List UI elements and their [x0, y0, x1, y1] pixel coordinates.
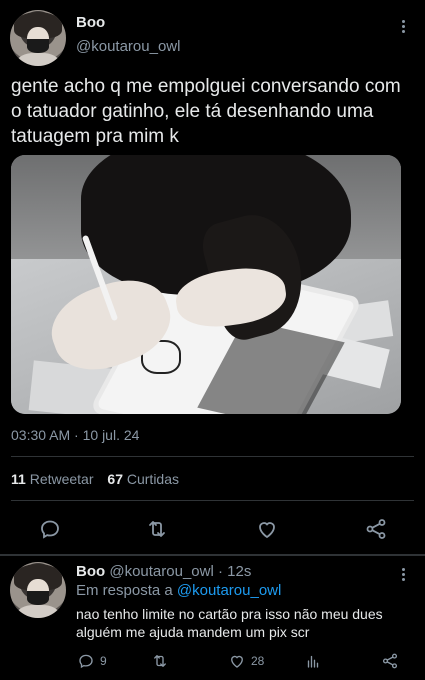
tweet-text: gente acho q me empolguei conversando co…	[11, 76, 401, 147]
reply-reply-button[interactable]: 9	[77, 652, 107, 670]
retweet-count[interactable]: 11	[11, 471, 26, 487]
reply-reply-count: 9	[100, 654, 107, 668]
like-label[interactable]: Curtidas	[127, 471, 179, 487]
reply-author-avatar[interactable]	[10, 562, 66, 618]
reply-retweet-button[interactable]	[151, 652, 174, 670]
retweet-icon[interactable]	[144, 517, 170, 541]
reply-to-mention[interactable]: @koutarou_owl	[177, 582, 281, 599]
reply-header: Boo @koutarou_owl · 12s	[76, 563, 251, 580]
reply-author-handle[interactable]: @koutarou_owl	[109, 563, 213, 580]
section-divider	[0, 554, 425, 556]
reply-share-button[interactable]	[381, 652, 404, 670]
tweet-photo[interactable]	[11, 155, 401, 414]
reply-prefix: Em resposta a	[76, 582, 173, 599]
tweet-date: 10 jul. 24	[82, 427, 140, 443]
more-icon[interactable]	[395, 18, 411, 38]
share-icon	[382, 653, 398, 669]
tweet-time: 03:30 AM	[11, 427, 71, 443]
reply-text: nao tenho limite no cartão pra isso não …	[76, 606, 383, 640]
divider	[11, 500, 414, 501]
reply-icon[interactable]	[37, 517, 63, 541]
like-count[interactable]: 67	[107, 471, 123, 487]
tweet-timestamp[interactable]: 03:30 AM · 10 jul. 24	[11, 427, 139, 443]
tweet-stats: 11 Retweetar 67 Curtidas	[11, 471, 189, 487]
author-handle[interactable]: @koutarou_owl	[76, 38, 180, 55]
reply-like-count: 28	[251, 654, 265, 668]
reply-views-button[interactable]	[304, 652, 327, 670]
share-icon[interactable]	[363, 517, 389, 541]
reply-age: · 12s	[217, 563, 252, 580]
like-icon[interactable]	[254, 517, 280, 541]
author-avatar[interactable]	[10, 10, 66, 66]
retweet-label[interactable]: Retweetar	[30, 471, 94, 487]
views-icon	[307, 655, 319, 668]
author-display-name[interactable]: Boo	[76, 14, 105, 31]
reply-like-button[interactable]: 28	[228, 652, 264, 670]
like-icon	[231, 655, 243, 668]
divider	[11, 456, 414, 457]
more-icon[interactable]	[395, 566, 411, 586]
reply-author-display-name[interactable]: Boo	[76, 563, 105, 580]
reply-icon	[79, 654, 93, 669]
reply-context: Em resposta a @koutarou_owl	[76, 582, 281, 599]
retweet-icon	[154, 655, 166, 667]
